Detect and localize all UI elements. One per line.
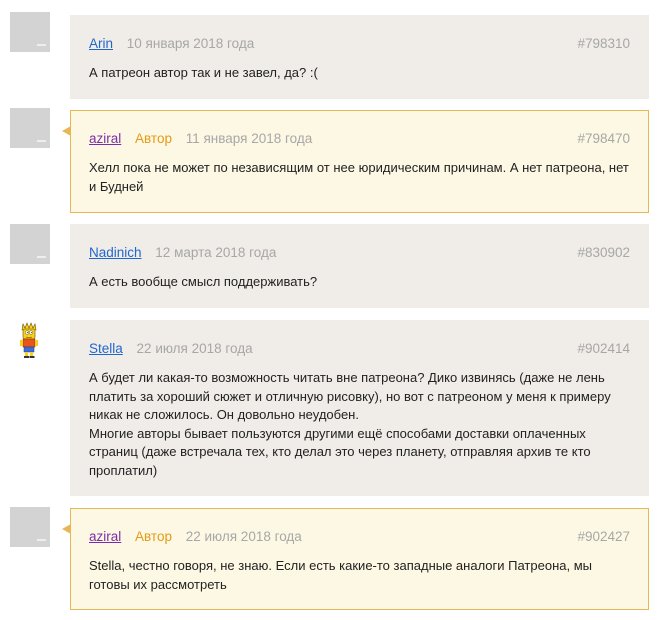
comment-body: Arin 10 января 2018 года #798310 А патре…	[70, 15, 649, 99]
default-avatar-icon	[10, 224, 50, 264]
comment-header: aziral Автор 11 января 2018 года #798470	[89, 130, 630, 148]
avatar[interactable]	[10, 507, 50, 547]
comment-text: Stella, честно говоря, не знаю. Если ест…	[89, 557, 630, 594]
comment-text-line: А будет ли какая-то возможность читать в…	[89, 370, 605, 385]
comment-header: Arin 10 января 2018 года #798310	[89, 35, 630, 53]
comment-text: А будет ли какая-то возможность читать в…	[89, 369, 630, 480]
comment-text-line: никак не сложилось. Он довольно неудобен…	[89, 407, 359, 422]
comment-body-author: aziral Автор 22 июля 2018 года #902427 S…	[62, 508, 649, 610]
comment-body: Stella 22 июля 2018 года #902414 А будет…	[70, 320, 649, 496]
avatar[interactable]	[10, 108, 50, 148]
comment-permalink[interactable]: #830902	[577, 244, 630, 262]
comment-author-link[interactable]: Arin	[89, 36, 113, 51]
comment-text-line: платить за хороший сюжет и отличную рисо…	[89, 388, 611, 404]
author-badge: Автор	[135, 131, 172, 146]
comment-text-line: Хелл пока не может по независящим от нее…	[89, 160, 629, 175]
comment-body-author: aziral Автор 11 января 2018 года #798470…	[62, 110, 649, 213]
comment-permalink[interactable]: #902427	[577, 528, 630, 546]
comment-text: А патреон автор так и не завел, да? :(	[89, 64, 630, 83]
default-avatar-icon	[10, 507, 50, 547]
comment-author-link[interactable]: Nadinich	[89, 245, 142, 260]
avatar[interactable]	[10, 320, 50, 360]
default-avatar-icon	[10, 108, 50, 148]
comment-text-line: А есть вообще смысл поддерживать?	[89, 274, 318, 289]
comment-text-line: проплатил)	[89, 462, 158, 478]
comment-date: 22 июля 2018 года	[136, 341, 253, 356]
comment-author-link[interactable]: aziral	[89, 131, 121, 146]
comment-thread: Arin 10 января 2018 года #798310 А патре…	[0, 0, 666, 620]
comment-text-line: А патреон автор так и не завел, да? :(	[89, 65, 318, 80]
bart-simpson-avatar	[10, 320, 50, 360]
comment-text-line: Stella, честно говоря, не знаю. Если ест…	[89, 558, 592, 573]
comment-permalink[interactable]: #798310	[577, 35, 630, 53]
comment-text-line: страниц (даже встречала тех, кто делал э…	[89, 444, 591, 459]
comment-body: Nadinich 12 марта 2018 года #830902 А ес…	[70, 224, 649, 308]
author-badge: Автор	[135, 529, 172, 544]
comment-author-link[interactable]: Stella	[89, 341, 123, 356]
comment-author-link[interactable]: aziral	[89, 529, 121, 544]
avatar[interactable]	[10, 12, 50, 52]
comment-date: 10 января 2018 года	[126, 36, 255, 51]
comment-date: 11 января 2018 года	[185, 131, 313, 146]
default-avatar-icon	[10, 12, 50, 52]
comment-text-line: Многие авторы бывает пользуются другими …	[89, 425, 586, 441]
comment-header: Nadinich 12 марта 2018 года #830902	[89, 244, 630, 262]
avatar[interactable]	[10, 224, 50, 264]
comment-permalink[interactable]: #902414	[577, 340, 630, 358]
comment-date: 22 июля 2018 года	[185, 529, 302, 544]
comment-date: 12 марта 2018 года	[155, 245, 277, 260]
comment-text-line: и Будней	[89, 178, 144, 194]
comment-permalink[interactable]: #798470	[577, 130, 630, 148]
comment-header: Stella 22 июля 2018 года #902414	[89, 340, 630, 358]
comment-text: Хелл пока не может по независящим от нее…	[89, 159, 630, 196]
comment-header: aziral Автор 22 июля 2018 года #902427	[89, 528, 630, 546]
comment-text: А есть вообще смысл поддерживать?	[89, 273, 630, 292]
comment-text-line: готовы их рассмотреть	[89, 576, 227, 592]
